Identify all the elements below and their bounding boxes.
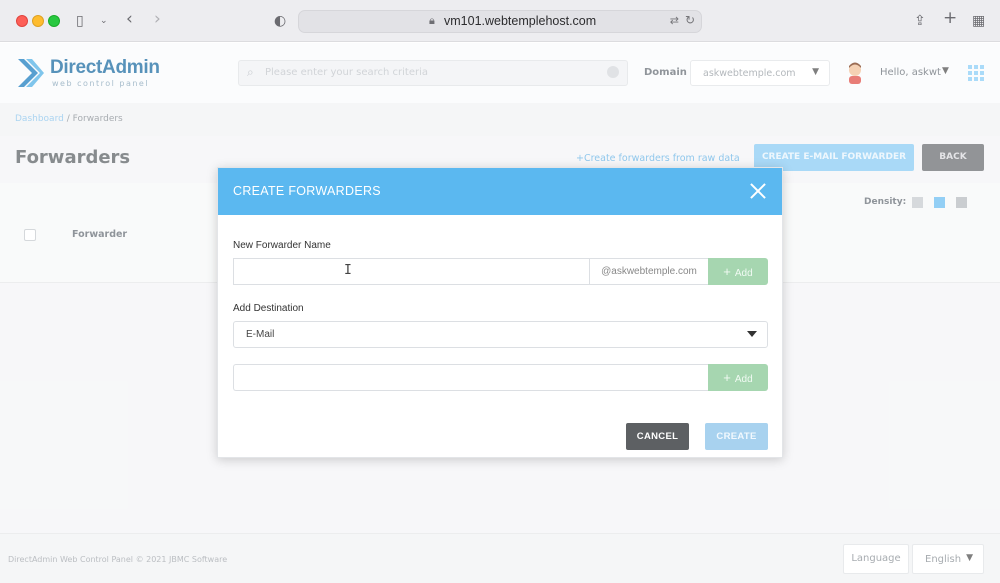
destination-type-value: E-Mail xyxy=(246,329,275,340)
add-label: Add xyxy=(734,374,753,385)
cancel-button[interactable]: CANCEL xyxy=(626,423,689,450)
dialog-header: CREATE FORWARDERS xyxy=(218,168,782,215)
browser-toolbar: ▯ ⌄ ‹ › ◐ 🔒︎ vm101.webtemplehost.com ⇄ ↻… xyxy=(0,0,1000,42)
share-icon[interactable]: ⇪ xyxy=(914,11,926,31)
forward-icon[interactable]: › xyxy=(154,9,161,29)
caret-down-icon xyxy=(747,331,757,337)
text-cursor-icon: I xyxy=(344,263,352,278)
plus-icon: + xyxy=(723,370,731,385)
close-window-button[interactable] xyxy=(16,15,28,27)
destination-label: Add Destination xyxy=(233,303,304,314)
add-label: Add xyxy=(734,268,753,279)
add-forwarder-name-button[interactable]: + Add xyxy=(708,258,768,285)
sidebar-toggle-icon[interactable]: ▯ xyxy=(76,11,84,31)
zoom-window-button[interactable] xyxy=(48,15,60,27)
new-tab-icon[interactable]: + xyxy=(943,8,957,28)
url-text: vm101.webtemplehost.com xyxy=(444,14,597,28)
add-destination-button[interactable]: + Add xyxy=(708,364,768,391)
destination-type-select[interactable]: E-Mail xyxy=(233,321,768,348)
shield-icon[interactable]: ◐ xyxy=(274,11,286,31)
domain-suffix: @askwebtemple.com xyxy=(589,258,709,285)
forwarder-name-label: New Forwarder Name xyxy=(233,240,331,251)
chevron-down-icon[interactable]: ⌄ xyxy=(100,11,108,31)
reload-icon[interactable]: ↻ xyxy=(685,13,695,27)
address-bar[interactable]: 🔒︎ vm101.webtemplehost.com ⇄ ↻ xyxy=(298,10,702,33)
tab-overview-icon[interactable]: ▦ xyxy=(972,11,985,31)
lock-icon: 🔒︎ xyxy=(429,14,435,27)
translate-icon[interactable]: ⇄ xyxy=(670,14,679,27)
dialog-title: CREATE FORWARDERS xyxy=(233,184,381,198)
plus-icon: + xyxy=(723,264,731,279)
minimize-window-button[interactable] xyxy=(32,15,44,27)
close-icon[interactable] xyxy=(748,181,768,201)
destination-input[interactable] xyxy=(233,364,709,391)
create-button[interactable]: CREATE xyxy=(705,423,768,450)
create-forwarders-dialog: CREATE FORWARDERS New Forwarder Name I @… xyxy=(217,167,783,458)
forwarder-name-input[interactable] xyxy=(233,258,589,285)
back-icon[interactable]: ‹ xyxy=(126,9,133,29)
